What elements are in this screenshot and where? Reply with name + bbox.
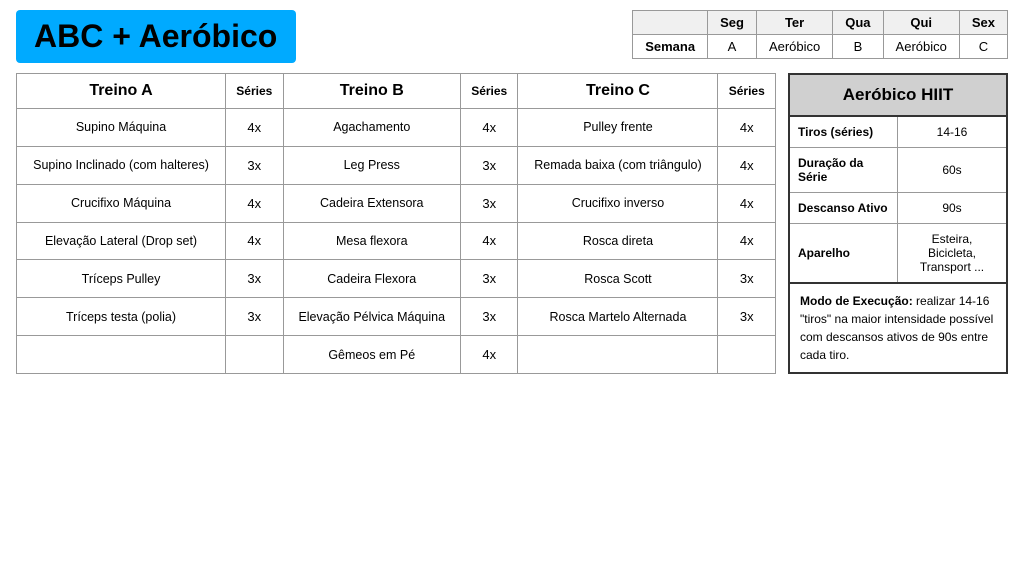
aerobico-note-bold: Modo de Execução:	[800, 294, 913, 308]
treino-b-exercise: Cadeira Extensora	[283, 184, 460, 222]
aerobico-note: Modo de Execução: realizar 14-16 "tiros"…	[790, 284, 1006, 372]
workout-tables: Treino A Séries Treino B Séries Treino C…	[16, 73, 776, 374]
page-title: ABC + Aeróbico	[34, 18, 278, 55]
title-box: ABC + Aeróbico	[16, 10, 296, 63]
treino-c-series: 4x	[718, 222, 776, 260]
schedule-row-label: Semana	[633, 35, 708, 59]
schedule-val-4: Aeróbico	[883, 35, 959, 59]
treino-c-exercise: Rosca Martelo Alternada	[518, 298, 718, 336]
aerobico-value-0: 14-16	[898, 117, 1006, 147]
treino-c-exercise: Rosca Scott	[518, 260, 718, 298]
aerobico-row: Duração da Série 60s	[790, 148, 1006, 193]
treino-c-exercise: Crucifixo inverso	[518, 184, 718, 222]
workout-row: Gêmeos em Pé 4x	[17, 336, 776, 374]
header-area: ABC + Aeróbico Seg Ter Qua Qui Sex Seman…	[16, 10, 1008, 63]
workout-row: Supino Máquina 4x Agachamento 4x Pulley …	[17, 109, 776, 147]
treino-b-series: 4x	[460, 109, 518, 147]
treino-a-series: 3x	[226, 146, 284, 184]
treino-a-exercise: Supino Inclinado (com halteres)	[17, 146, 226, 184]
treino-b-exercise: Gêmeos em Pé	[283, 336, 460, 374]
aerobico-value-1: 60s	[898, 148, 1006, 192]
treino-a-series: 4x	[226, 109, 284, 147]
treino-a-series-header: Séries	[226, 74, 284, 109]
schedule-table: Seg Ter Qua Qui Sex Semana A Aeróbico B …	[632, 10, 1008, 59]
treino-b-series: 3x	[460, 184, 518, 222]
treino-c-series: 3x	[718, 298, 776, 336]
treino-b-series: 3x	[460, 146, 518, 184]
treino-c-series-header: Séries	[718, 74, 776, 109]
schedule-val-5: C	[959, 35, 1007, 59]
treino-a-series: 4x	[226, 222, 284, 260]
treino-a-series: 4x	[226, 184, 284, 222]
treino-a-header: Treino A	[17, 74, 226, 109]
treino-c-exercise	[518, 336, 718, 374]
treino-a-exercise: Tríceps testa (polia)	[17, 298, 226, 336]
treino-b-exercise: Leg Press	[283, 146, 460, 184]
main-content: Treino A Séries Treino B Séries Treino C…	[16, 73, 1008, 374]
aerobico-label-2: Descanso Ativo	[790, 193, 898, 223]
workout-row: Supino Inclinado (com halteres) 3x Leg P…	[17, 146, 776, 184]
aerobico-value-2: 90s	[898, 193, 1006, 223]
schedule-val-2: Aeróbico	[756, 35, 832, 59]
aerobico-title: Aeróbico HIIT	[790, 75, 1006, 117]
treino-b-series: 3x	[460, 260, 518, 298]
treino-a-series	[226, 336, 284, 374]
aerobico-label-1: Duração da Série	[790, 148, 898, 192]
workout-row: Elevação Lateral (Drop set) 4x Mesa flex…	[17, 222, 776, 260]
treino-b-exercise: Cadeira Flexora	[283, 260, 460, 298]
treino-a-exercise: Elevação Lateral (Drop set)	[17, 222, 226, 260]
treino-b-exercise: Mesa flexora	[283, 222, 460, 260]
treino-b-exercise: Agachamento	[283, 109, 460, 147]
aerobico-panel: Aeróbico HIIT Tiros (séries) 14-16 Duraç…	[788, 73, 1008, 374]
treino-c-exercise: Pulley frente	[518, 109, 718, 147]
treino-a-exercise: Supino Máquina	[17, 109, 226, 147]
treino-a-series: 3x	[226, 260, 284, 298]
aerobico-label-3: Aparelho	[790, 224, 898, 282]
aerobico-row: Descanso Ativo 90s	[790, 193, 1006, 224]
treino-c-series	[718, 336, 776, 374]
workout-row: Tríceps Pulley 3x Cadeira Flexora 3x Ros…	[17, 260, 776, 298]
treino-b-exercise: Elevação Pélvica Máquina	[283, 298, 460, 336]
schedule-val-1: A	[708, 35, 757, 59]
treino-c-exercise: Remada baixa (com triângulo)	[518, 146, 718, 184]
treino-a-exercise: Tríceps Pulley	[17, 260, 226, 298]
workout-row: Crucifixo Máquina 4x Cadeira Extensora 3…	[17, 184, 776, 222]
schedule-day-4: Qui	[883, 11, 959, 35]
schedule-val-3: B	[833, 35, 883, 59]
schedule-empty-header	[633, 11, 708, 35]
aerobico-value-3: Esteira, Bicicleta, Transport ...	[898, 224, 1006, 282]
treino-b-header: Treino B	[283, 74, 460, 109]
aerobico-row: Tiros (séries) 14-16	[790, 117, 1006, 148]
aerobico-row: Aparelho Esteira, Bicicleta, Transport .…	[790, 224, 1006, 284]
treino-c-series: 4x	[718, 109, 776, 147]
treino-a-exercise	[17, 336, 226, 374]
schedule-day-3: Qua	[833, 11, 883, 35]
treino-c-exercise: Rosca direta	[518, 222, 718, 260]
treino-b-series: 4x	[460, 336, 518, 374]
treino-c-series: 3x	[718, 260, 776, 298]
treino-b-series: 4x	[460, 222, 518, 260]
schedule-day-1: Seg	[708, 11, 757, 35]
header-right: Seg Ter Qua Qui Sex Semana A Aeróbico B …	[316, 10, 1008, 59]
treino-a-series: 3x	[226, 298, 284, 336]
treino-c-series: 4x	[718, 146, 776, 184]
treino-c-series: 4x	[718, 184, 776, 222]
aerobico-label-0: Tiros (séries)	[790, 117, 898, 147]
treino-b-series-header: Séries	[460, 74, 518, 109]
treino-c-header: Treino C	[518, 74, 718, 109]
schedule-day-5: Sex	[959, 11, 1007, 35]
schedule-day-2: Ter	[756, 11, 832, 35]
workout-row: Tríceps testa (polia) 3x Elevação Pélvic…	[17, 298, 776, 336]
treino-a-exercise: Crucifixo Máquina	[17, 184, 226, 222]
treino-b-series: 3x	[460, 298, 518, 336]
